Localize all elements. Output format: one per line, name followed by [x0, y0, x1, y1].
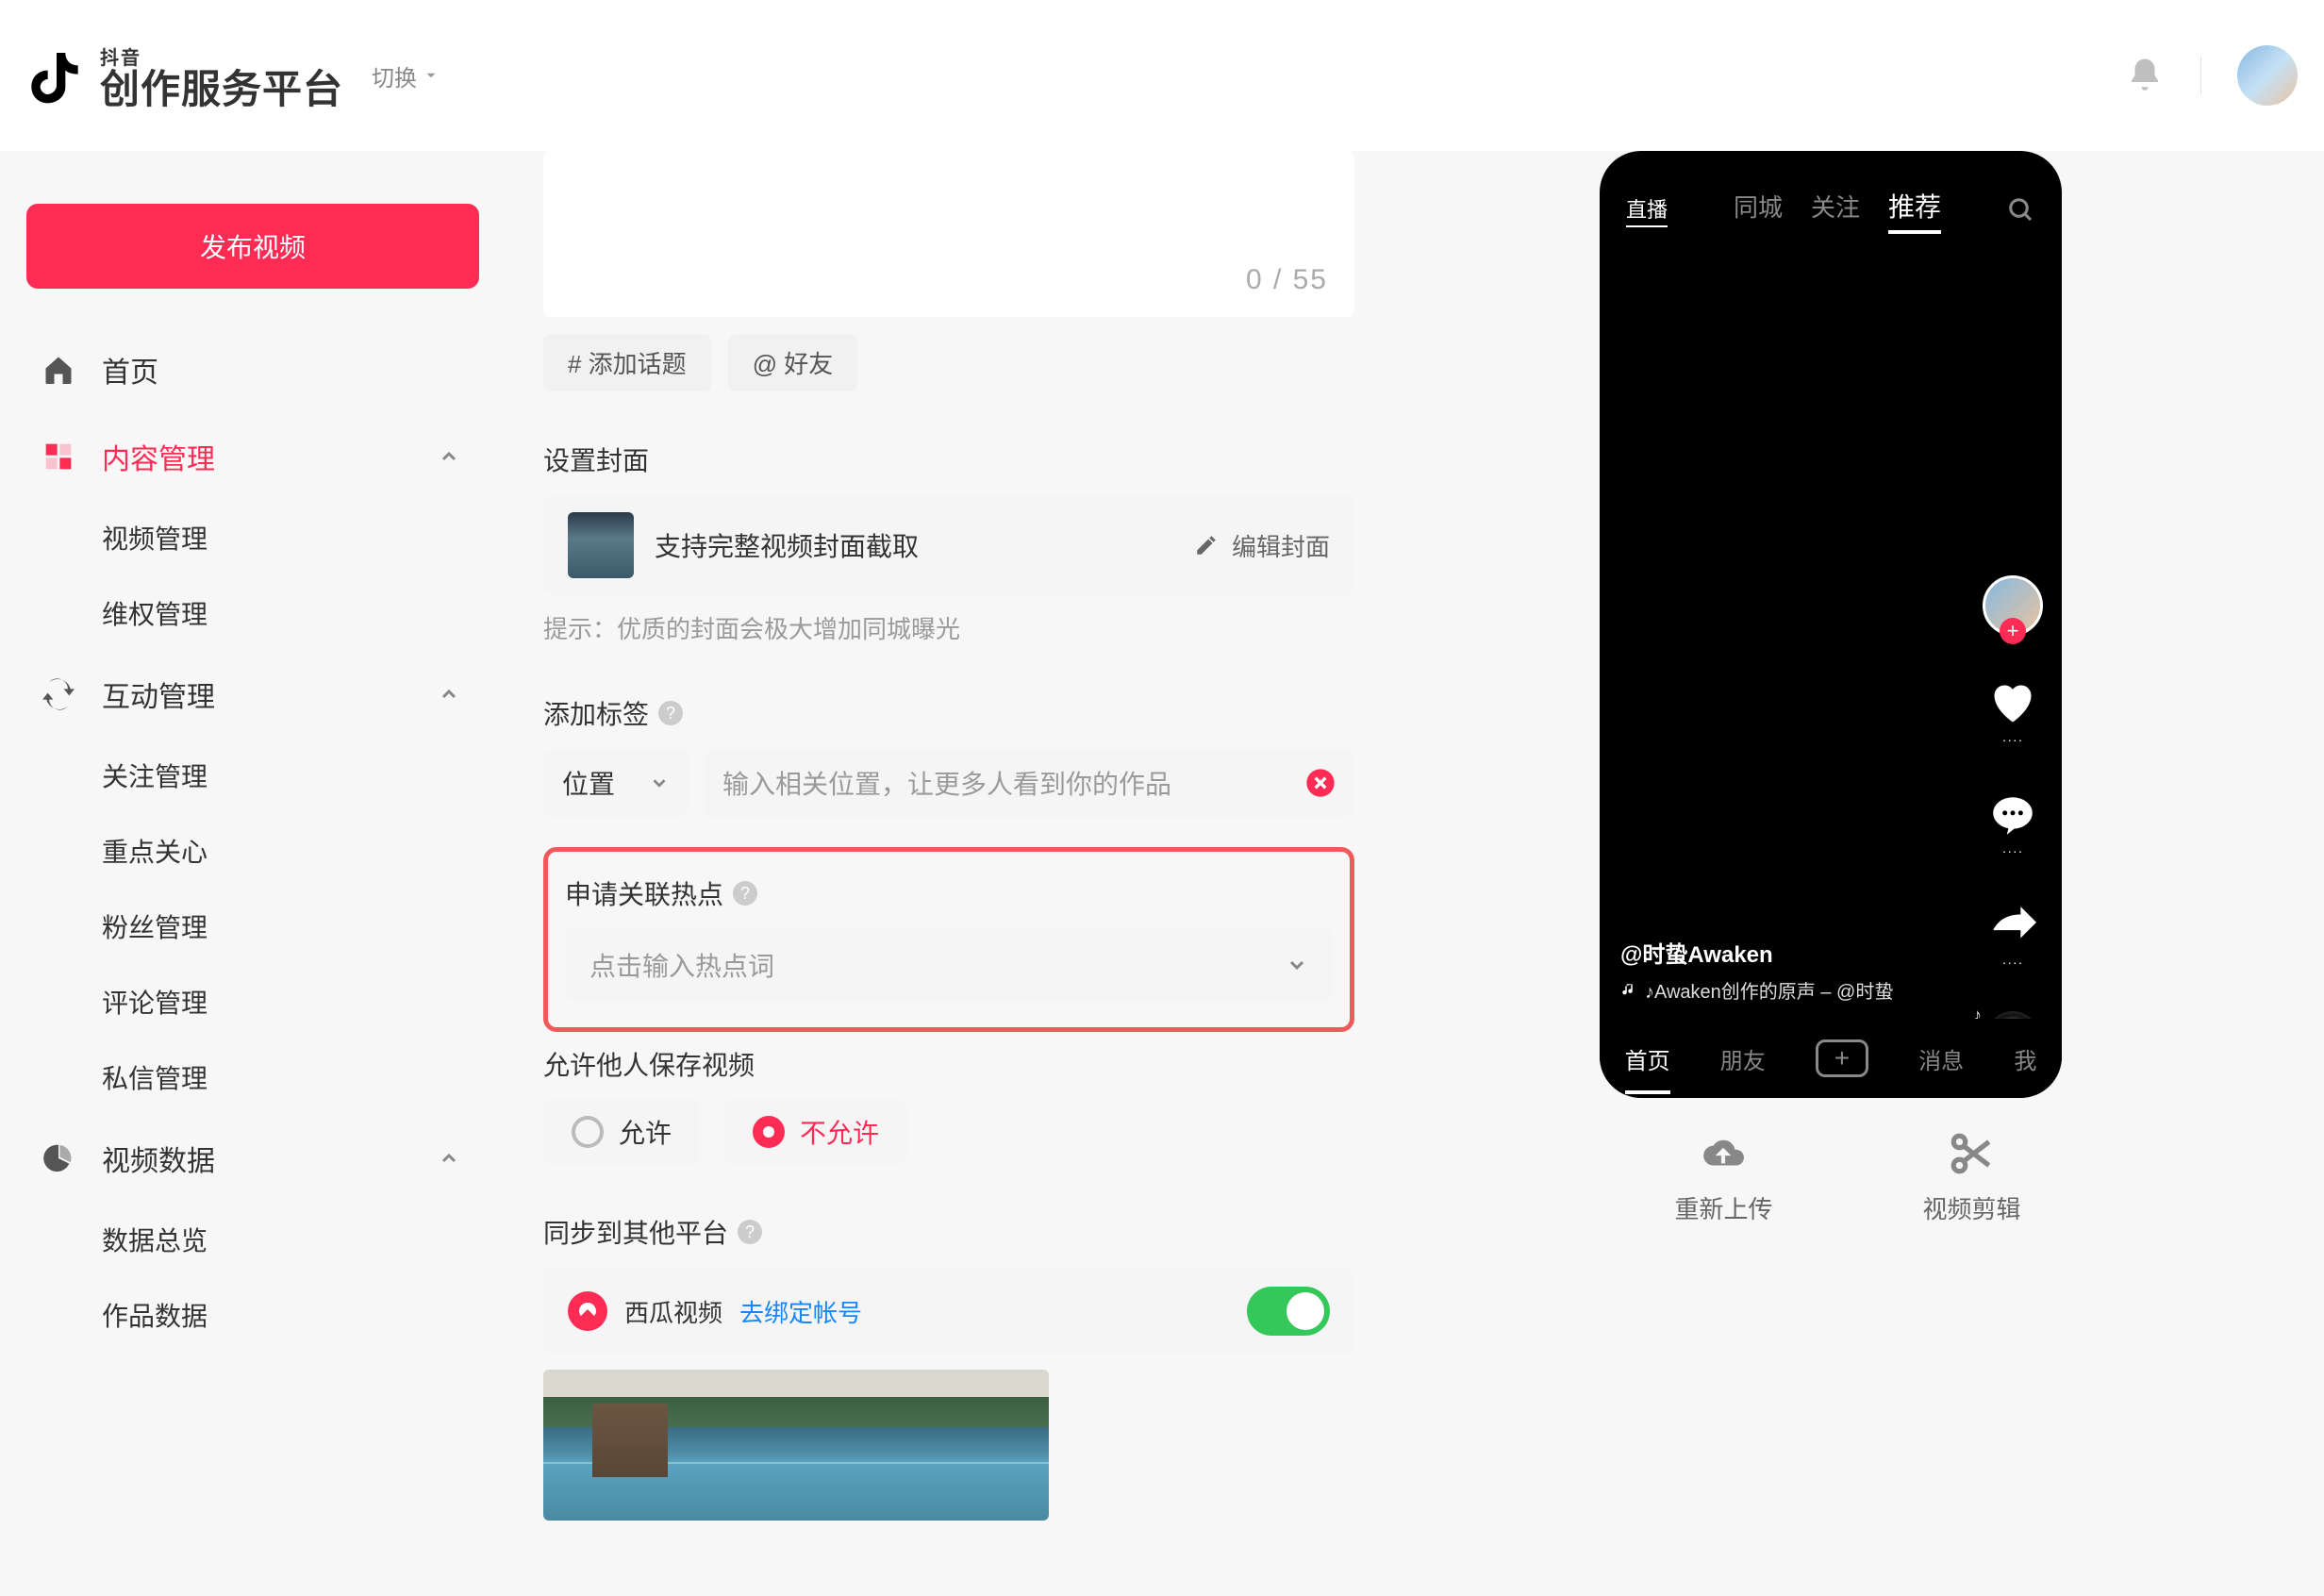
cover-thumbnail[interactable] — [568, 512, 634, 578]
location-input[interactable]: 输入相关位置，让更多人看到你的作品 — [704, 749, 1354, 817]
nav-content-mgmt[interactable]: 内容管理 — [26, 413, 479, 500]
user-avatar[interactable] — [2237, 45, 2298, 106]
chevron-down-icon — [1286, 954, 1308, 976]
mention-friend-chip[interactable]: @ 好友 — [728, 334, 858, 391]
video-thumbnail[interactable] — [543, 1370, 1049, 1521]
nav-home[interactable]: 首页 — [26, 326, 479, 413]
chevron-up-icon — [438, 1147, 460, 1170]
pie-chart-icon — [40, 1139, 77, 1177]
char-counter: 0 / 55 — [1246, 264, 1328, 296]
pencil-icon — [1194, 533, 1219, 557]
share-icon — [1986, 900, 2039, 953]
share-action[interactable]: ···· — [1986, 900, 2039, 970]
bind-account-link[interactable]: 去绑定帐号 — [739, 1294, 862, 1329]
home-icon — [40, 351, 77, 389]
grid-icon — [40, 438, 77, 475]
deny-save-radio[interactable]: 不允许 — [724, 1100, 907, 1164]
heart-sync-icon — [40, 675, 77, 713]
nav-interaction-mgmt[interactable]: 互动管理 — [26, 651, 479, 738]
nav-data-overview[interactable]: 数据总览 — [26, 1202, 479, 1277]
nav-fans-mgmt[interactable]: 粉丝管理 — [26, 889, 479, 964]
cover-hint: 提示：优质的封面会极大增加同城曝光 — [543, 610, 1354, 645]
cloud-upload-icon — [1700, 1130, 1747, 1177]
preview-column: 直播 同城 关注 推荐 ···· · — [1600, 151, 2096, 1596]
caption-sound[interactable]: ♪Awaken创作的原声 – @时蛰 — [1620, 976, 1893, 1004]
caret-down-icon — [423, 67, 440, 84]
xigua-sync-row: 西瓜视频 去绑定帐号 — [543, 1268, 1354, 1355]
publish-button[interactable]: 发布视频 — [26, 204, 479, 289]
nav-works-data[interactable]: 作品数据 — [26, 1277, 479, 1353]
nav-dm-mgmt[interactable]: 私信管理 — [26, 1039, 479, 1115]
top-bar: 抖音 创作服务平台 切换 — [0, 0, 2324, 151]
phone-search-icon[interactable] — [2007, 196, 2035, 224]
info-icon[interactable]: ? — [658, 701, 683, 725]
phone-live-label[interactable]: 直播 — [1626, 193, 1668, 227]
phone-tab-recommend[interactable]: 推荐 — [1888, 187, 1941, 234]
hot-topic-input[interactable]: 点击输入热点词 — [565, 929, 1333, 1001]
caption-username[interactable]: @时蛰Awaken — [1620, 936, 1893, 969]
phone-tab-friends[interactable]: 朋友 — [1720, 1042, 1766, 1075]
chevron-down-icon — [649, 773, 670, 793]
hot-heading: 申请关联热点 ? — [565, 874, 1333, 912]
phone-tab-follow[interactable]: 关注 — [1811, 189, 1860, 224]
brand-large-text: 创作服务平台 — [100, 70, 343, 109]
allow-save-radio[interactable]: 允许 — [543, 1100, 700, 1164]
scissors-icon — [1948, 1130, 1995, 1177]
phone-tab-local[interactable]: 同城 — [1734, 189, 1783, 224]
phone-bottom-bar: 首页 朋友 + 消息 我 — [1600, 1019, 2062, 1098]
douyin-logo-icon — [26, 45, 87, 106]
brand-small-text: 抖音 — [100, 42, 343, 70]
clear-icon[interactable] — [1305, 768, 1336, 798]
info-icon[interactable]: ? — [738, 1220, 762, 1244]
sync-toggle[interactable] — [1247, 1287, 1330, 1336]
video-clip-button[interactable]: 视频剪辑 — [1922, 1130, 2020, 1225]
nav-key-focus[interactable]: 重点关心 — [26, 813, 479, 889]
form-column: 0 / 55 # 添加话题 @ 好友 设置封面 支持完整视频封面截取 编辑封面 … — [506, 151, 1373, 1596]
edit-cover-button[interactable]: 编辑封面 — [1194, 528, 1330, 563]
nav-video-data[interactable]: 视频数据 — [26, 1115, 479, 1202]
cover-heading: 设置封面 — [543, 441, 1354, 478]
phone-tab-messages[interactable]: 消息 — [1918, 1042, 1964, 1075]
phone-preview: 直播 同城 关注 推荐 ···· · — [1600, 151, 2062, 1098]
author-avatar-icon[interactable] — [1983, 575, 2043, 636]
tag-type-select[interactable]: 位置 — [543, 749, 689, 817]
comment-action[interactable]: ···· — [1986, 789, 2039, 858]
chevron-up-icon — [438, 445, 460, 468]
nav-follow-mgmt[interactable]: 关注管理 — [26, 738, 479, 813]
bell-icon[interactable] — [2125, 56, 2165, 95]
nav-video-mgmt[interactable]: 视频管理 — [26, 500, 479, 575]
reupload-button[interactable]: 重新上传 — [1674, 1130, 1772, 1225]
brand: 抖音 创作服务平台 — [26, 42, 343, 109]
tag-heading: 添加标签 ? — [543, 694, 1354, 732]
save-heading: 允许他人保存视频 — [543, 1045, 1354, 1083]
cover-support-text: 支持完整视频封面截取 — [655, 526, 919, 564]
hot-topic-highlight-box: 申请关联热点 ? 点击输入热点词 — [543, 847, 1354, 1032]
info-icon[interactable]: ? — [733, 881, 757, 906]
chevron-up-icon — [438, 683, 460, 706]
phone-tab-me[interactable]: 我 — [2014, 1042, 2036, 1075]
sync-heading: 同步到其他平台 ? — [543, 1213, 1354, 1251]
phone-plus-button[interactable]: + — [1816, 1039, 1868, 1077]
switch-link[interactable]: 切换 — [372, 59, 440, 92]
phone-tab-home[interactable]: 首页 — [1625, 1042, 1670, 1075]
divider — [2200, 56, 2201, 95]
music-note-icon — [1620, 982, 1637, 999]
cover-row: 支持完整视频封面截取 编辑封面 — [543, 495, 1354, 595]
xigua-label: 西瓜视频 — [624, 1294, 722, 1329]
sidebar: 发布视频 首页 内容管理 视频管理 维权管理 互动管理 关注管理 重点关心 粉丝… — [0, 151, 506, 1596]
radio-checked-icon — [753, 1116, 785, 1148]
xigua-logo-icon — [568, 1291, 607, 1331]
radio-unchecked-icon — [572, 1116, 604, 1148]
nav-rights-mgmt[interactable]: 维权管理 — [26, 575, 479, 651]
phone-caption: @时蛰Awaken ♪Awaken创作的原声 – @时蛰 — [1620, 936, 1893, 1004]
comment-icon — [1986, 789, 2039, 841]
add-topic-chip[interactable]: # 添加话题 — [543, 334, 711, 391]
nav-comment-mgmt[interactable]: 评论管理 — [26, 964, 479, 1039]
description-textarea[interactable]: 0 / 55 — [543, 151, 1354, 317]
like-action[interactable]: ···· — [1986, 677, 2039, 747]
heart-icon — [1986, 677, 2039, 730]
